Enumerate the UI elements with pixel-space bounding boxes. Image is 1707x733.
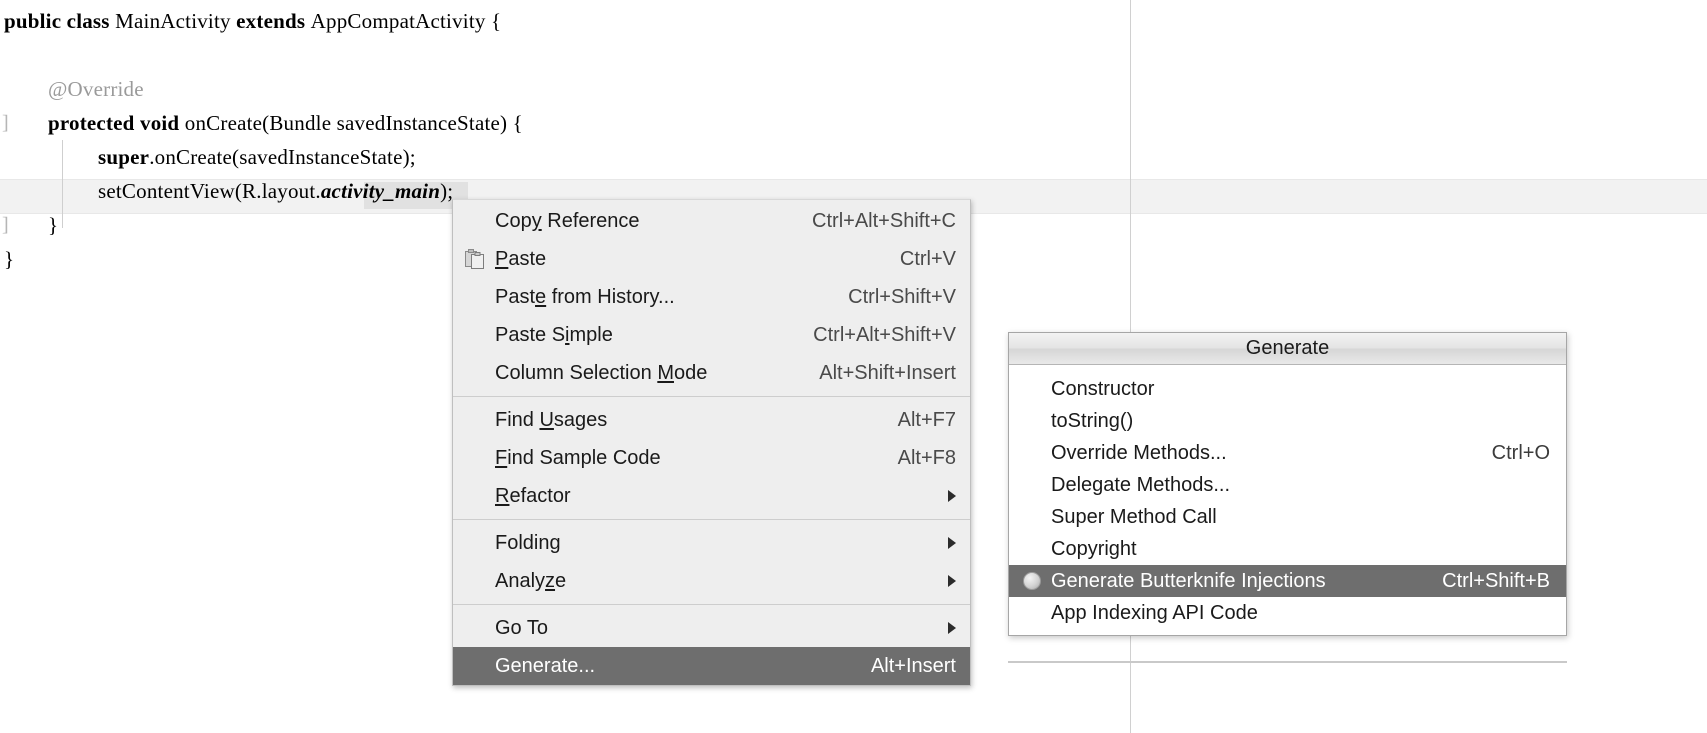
menu-item-shortcut: Ctrl+Alt+Shift+V (813, 323, 956, 346)
menu-item-column-selection-mode[interactable]: Column Selection Mode Alt+Shift+Insert (453, 354, 970, 392)
menu-item-generate[interactable]: Generate... Alt+Insert (453, 647, 970, 685)
code-token: protected void (48, 111, 185, 135)
menu-item-label: Paste from History... (495, 285, 675, 308)
code-line: } (48, 208, 58, 242)
menu-item-shortcut: Ctrl+Alt+Shift+C (812, 209, 956, 232)
code-token: @Override (48, 77, 144, 101)
menu-item-go-to[interactable]: Go To (453, 609, 970, 647)
generate-item-label: Override Methods... (1051, 441, 1227, 464)
menu-item-paste[interactable]: Paste Ctrl+V (453, 240, 970, 278)
code-token: MainActivity (115, 9, 237, 33)
popup-bottom-edge (1008, 661, 1567, 663)
menu-item-label: Analyze (495, 569, 567, 592)
generate-item-app-indexing-api-code[interactable]: App Indexing API Code (1009, 597, 1566, 629)
menu-item-label: Paste (495, 247, 547, 270)
menu-item-folding[interactable]: Folding (453, 524, 970, 562)
code-line: } (4, 242, 14, 276)
generate-item-label: App Indexing API Code (1051, 601, 1258, 624)
menu-item-paste-from-history[interactable]: Paste from History... Ctrl+Shift+V (453, 278, 970, 316)
generate-item-super-method-call[interactable]: Super Method Call (1009, 501, 1566, 533)
menu-item-copy-reference[interactable]: Copy Reference Ctrl+Alt+Shift+C (453, 202, 970, 240)
code-line: setContentView(R.layout.activity_main); (98, 174, 453, 208)
code-token: } (4, 247, 15, 271)
menu-item-label: Copy Reference (495, 209, 640, 232)
menu-item-shortcut: Alt+F7 (897, 408, 956, 431)
generate-item-label: toString() (1051, 409, 1134, 432)
code-line: protected void onCreate(Bundle savedInst… (48, 106, 523, 140)
submenu-arrow-icon (948, 622, 956, 634)
generate-item-label: Constructor (1051, 377, 1155, 400)
menu-item-label: Paste Simple (495, 323, 613, 346)
menu-item-label: Find Sample Code (495, 446, 661, 469)
generate-popup-list[interactable]: Constructor toString() Override Methods...… (1009, 365, 1566, 635)
generate-item-shortcut: Ctrl+Shift+B (1442, 569, 1550, 592)
generate-popup[interactable]: Generate Constructor toString() Override M… (1008, 332, 1567, 636)
menu-item-analyze[interactable]: Analyze (453, 562, 970, 600)
generate-item-label: Generate Butterknife Injections (1051, 569, 1326, 592)
code-token: public class (4, 9, 116, 33)
submenu-arrow-icon (948, 575, 956, 587)
menu-item-label: Go To (495, 616, 548, 639)
code-line: super.onCreate(savedInstanceState); (98, 140, 416, 174)
code-token: activity_main (320, 179, 441, 203)
menu-item-shortcut: Alt+F8 (897, 446, 956, 469)
code-fold-marker[interactable]: ] (2, 106, 9, 140)
code-token: setContentView(R.layout. (98, 179, 321, 203)
menu-item-find-usages[interactable]: Find Usages Alt+F7 (453, 401, 970, 439)
menu-item-shortcut: Alt+Insert (870, 654, 956, 677)
menu-item-shortcut: Ctrl+V (899, 247, 956, 270)
generate-item-label: Copyright (1051, 537, 1137, 560)
generate-item-shortcut: Ctrl+O (1491, 441, 1550, 464)
generate-item-constructor[interactable]: Constructor (1009, 373, 1566, 405)
menu-item-shortcut: Ctrl+Shift+V (848, 285, 956, 308)
code-token: extends (236, 9, 311, 33)
generate-item-label: Super Method Call (1051, 505, 1217, 528)
menu-separator (453, 396, 970, 397)
menu-item-shortcut: Alt+Shift+Insert (819, 361, 956, 384)
editor-context-menu[interactable]: Copy Reference Ctrl+Alt+Shift+C Paste Ctrl+… (452, 199, 971, 686)
menu-item-label: Find Usages (495, 408, 608, 431)
menu-item-paste-simple[interactable]: Paste Simple Ctrl+Alt+Shift+V (453, 316, 970, 354)
code-token: AppCompatActivity { (310, 9, 502, 33)
menu-item-label: Refactor (495, 484, 571, 507)
code-token: onCreate(Bundle savedInstanceState) { (184, 111, 523, 135)
code-token: } (48, 213, 59, 237)
code-token: .onCreate(savedInstanceState); (149, 145, 416, 169)
menu-item-label: Generate... (495, 654, 596, 677)
indent-guide (62, 140, 63, 228)
menu-item-label: Column Selection Mode (495, 361, 708, 384)
butterknife-icon (1023, 572, 1041, 590)
generate-item-label: Delegate Methods... (1051, 473, 1230, 496)
menu-item-find-sample-code[interactable]: Find Sample Code Alt+F8 (453, 439, 970, 477)
generate-item-override-methods[interactable]: Override Methods... Ctrl+O (1009, 437, 1566, 469)
code-token: super (98, 145, 150, 169)
generate-item-delegate-methods[interactable]: Delegate Methods... (1009, 469, 1566, 501)
code-line: @Override (48, 72, 144, 106)
generate-item-tostring[interactable]: toString() (1009, 405, 1566, 437)
menu-item-label: Folding (495, 531, 561, 554)
menu-item-refactor[interactable]: Refactor (453, 477, 970, 515)
submenu-arrow-icon (948, 537, 956, 549)
generate-item-generate-butterknife-injections[interactable]: Generate Butterknife Injections Ctrl+Shif… (1009, 565, 1566, 597)
submenu-arrow-icon (948, 490, 956, 502)
generate-popup-title: Generate (1009, 333, 1566, 365)
menu-separator (453, 604, 970, 605)
paste-icon (464, 248, 486, 270)
menu-separator (453, 519, 970, 520)
code-fold-marker[interactable]: ] (2, 208, 9, 242)
generate-item-copyright[interactable]: Copyright (1009, 533, 1566, 565)
code-line: public class MainActivity extends AppCom… (4, 4, 501, 38)
